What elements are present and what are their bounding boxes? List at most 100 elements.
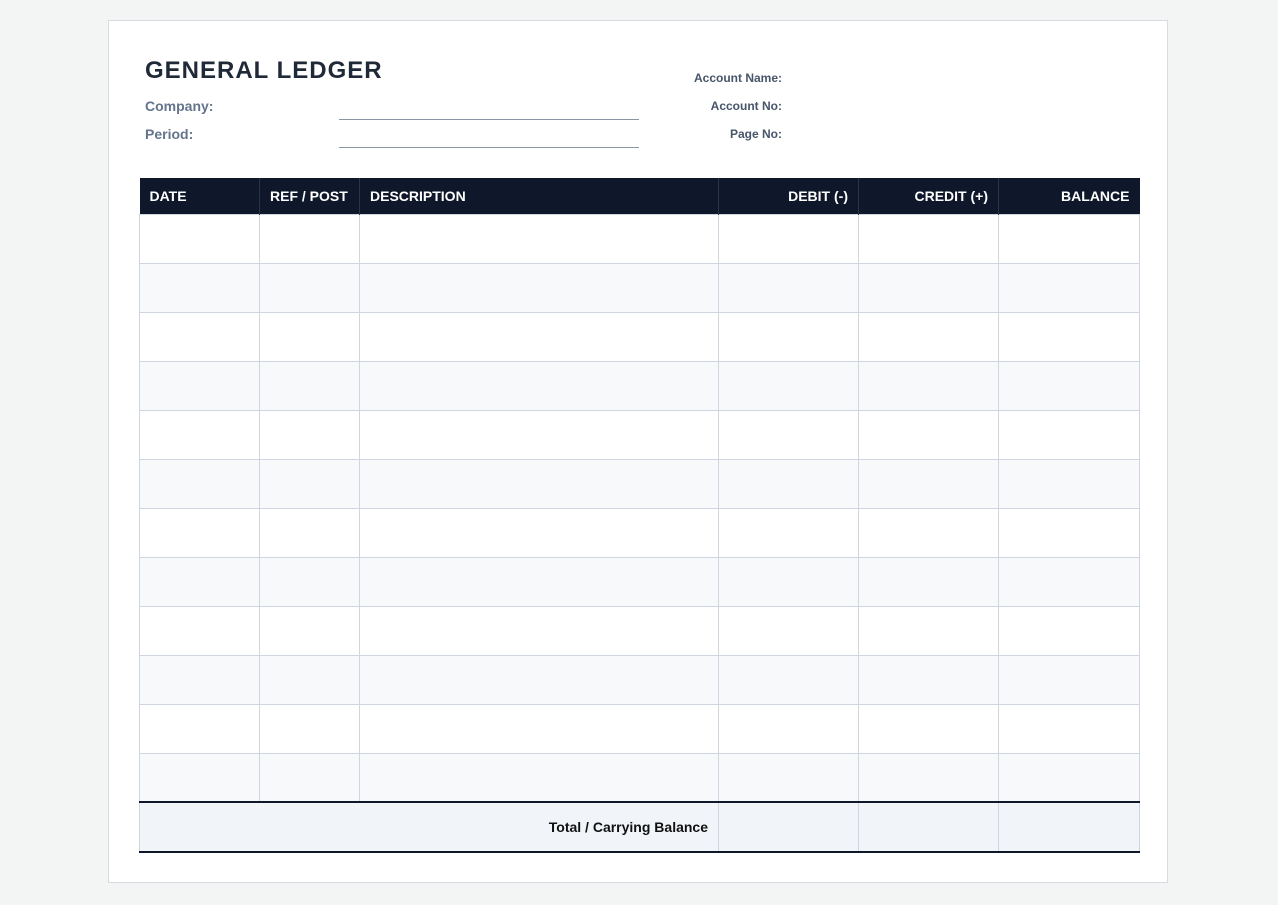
date-cell[interactable] — [139, 409, 260, 460]
debit-cell[interactable] — [718, 556, 859, 607]
credit-cell[interactable] — [858, 213, 999, 264]
date-cell[interactable] — [139, 752, 260, 803]
debit-cell[interactable] — [718, 654, 859, 705]
table-row — [139, 311, 1140, 362]
total-debit-cell[interactable] — [718, 801, 859, 853]
page-title: GENERAL LEDGER — [145, 57, 383, 84]
description-cell[interactable] — [359, 654, 719, 705]
balance-cell[interactable] — [998, 752, 1140, 803]
description-cell[interactable] — [359, 409, 719, 460]
account-number-label: Account No: — [710, 99, 782, 113]
debit-cell[interactable] — [718, 752, 859, 803]
ref-post-cell[interactable] — [259, 752, 360, 803]
ref-post-cell[interactable] — [259, 703, 360, 754]
ref-post-cell[interactable] — [259, 360, 360, 411]
balance-cell[interactable] — [998, 556, 1140, 607]
balance-cell[interactable] — [998, 213, 1140, 264]
page-number-label: Page No: — [729, 127, 782, 141]
debit-cell[interactable] — [718, 409, 859, 460]
column-header-balance: BALANCE — [998, 178, 1140, 214]
balance-cell[interactable] — [998, 262, 1140, 313]
column-header-ref-post: REF / POST — [259, 178, 360, 214]
company-label: Company: — [145, 98, 214, 114]
description-cell[interactable] — [359, 262, 719, 313]
credit-cell[interactable] — [858, 311, 999, 362]
ref-post-cell[interactable] — [259, 409, 360, 460]
description-cell[interactable] — [359, 311, 719, 362]
description-cell[interactable] — [359, 458, 719, 509]
balance-cell[interactable] — [998, 507, 1140, 558]
debit-cell[interactable] — [718, 360, 859, 411]
table-row — [139, 409, 1140, 460]
credit-cell[interactable] — [858, 409, 999, 460]
balance-cell[interactable] — [998, 360, 1140, 411]
ref-post-cell[interactable] — [259, 311, 360, 362]
ledger-table: DATE REF / POST DESCRIPTION DEBIT (-) CR… — [139, 178, 1140, 853]
debit-cell[interactable] — [718, 213, 859, 264]
balance-cell[interactable] — [998, 605, 1140, 656]
date-cell[interactable] — [139, 556, 260, 607]
table-row — [139, 703, 1140, 754]
description-cell[interactable] — [359, 360, 719, 411]
column-header-date: DATE — [139, 178, 260, 214]
period-label: Period: — [145, 126, 194, 142]
credit-cell[interactable] — [858, 605, 999, 656]
debit-cell[interactable] — [718, 703, 859, 754]
ref-post-cell[interactable] — [259, 556, 360, 607]
column-header-credit: CREDIT (+) — [858, 178, 999, 214]
balance-cell[interactable] — [998, 311, 1140, 362]
debit-cell[interactable] — [718, 458, 859, 509]
ref-post-cell[interactable] — [259, 213, 360, 264]
debit-cell[interactable] — [718, 507, 859, 558]
debit-cell[interactable] — [718, 605, 859, 656]
credit-cell[interactable] — [858, 654, 999, 705]
ref-post-cell[interactable] — [259, 605, 360, 656]
balance-cell[interactable] — [998, 654, 1140, 705]
date-cell[interactable] — [139, 311, 260, 362]
ledger-body — [139, 213, 1140, 803]
description-cell[interactable] — [359, 507, 719, 558]
column-header-description: DESCRIPTION — [359, 178, 719, 214]
date-cell[interactable] — [139, 458, 260, 509]
credit-cell[interactable] — [858, 703, 999, 754]
ref-post-cell[interactable] — [259, 654, 360, 705]
date-cell[interactable] — [139, 262, 260, 313]
date-cell[interactable] — [139, 654, 260, 705]
description-cell[interactable] — [359, 605, 719, 656]
description-cell[interactable] — [359, 752, 719, 803]
credit-cell[interactable] — [858, 458, 999, 509]
credit-cell[interactable] — [858, 360, 999, 411]
debit-cell[interactable] — [718, 311, 859, 362]
balance-cell[interactable] — [998, 458, 1140, 509]
table-row — [139, 654, 1140, 705]
date-cell[interactable] — [139, 507, 260, 558]
debit-cell[interactable] — [718, 262, 859, 313]
table-row — [139, 605, 1140, 656]
description-cell[interactable] — [359, 556, 719, 607]
credit-cell[interactable] — [858, 262, 999, 313]
table-row — [139, 360, 1140, 411]
credit-cell[interactable] — [858, 752, 999, 803]
date-cell[interactable] — [139, 703, 260, 754]
balance-cell[interactable] — [998, 409, 1140, 460]
company-field[interactable] — [339, 119, 639, 120]
total-credit-cell[interactable] — [858, 801, 999, 853]
credit-cell[interactable] — [858, 556, 999, 607]
description-cell[interactable] — [359, 213, 719, 264]
date-cell[interactable] — [139, 213, 260, 264]
total-label: Total / Carrying Balance — [139, 801, 719, 853]
date-cell[interactable] — [139, 360, 260, 411]
period-field[interactable] — [339, 147, 639, 148]
table-row — [139, 752, 1140, 803]
account-name-label: Account Name: — [693, 71, 782, 85]
ledger-sheet: GENERAL LEDGER Company: Period: Account … — [108, 20, 1168, 883]
ref-post-cell[interactable] — [259, 458, 360, 509]
ref-post-cell[interactable] — [259, 507, 360, 558]
total-balance-cell[interactable] — [998, 801, 1140, 853]
table-header-row: DATE REF / POST DESCRIPTION DEBIT (-) CR… — [139, 178, 1140, 214]
ref-post-cell[interactable] — [259, 262, 360, 313]
description-cell[interactable] — [359, 703, 719, 754]
date-cell[interactable] — [139, 605, 260, 656]
balance-cell[interactable] — [998, 703, 1140, 754]
credit-cell[interactable] — [858, 507, 999, 558]
